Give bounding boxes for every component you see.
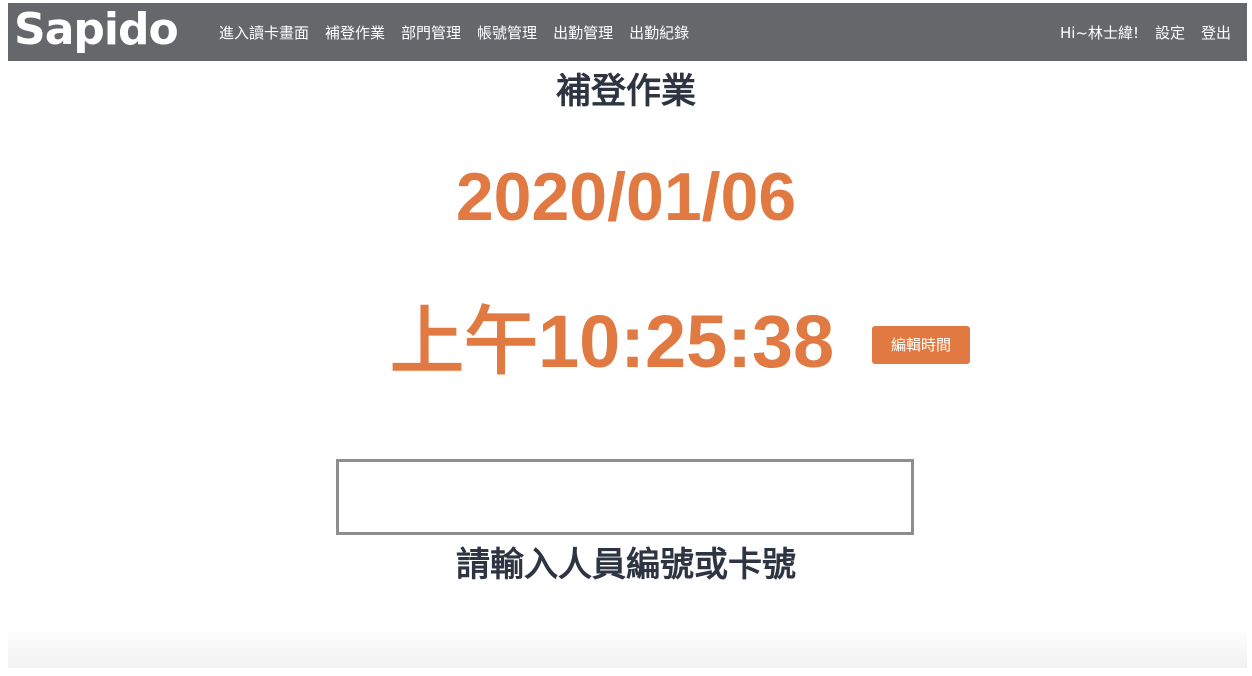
user-greeting: Hi~林士緯!: [1059, 23, 1139, 42]
sapido-logo[interactable]: Sapido: [14, 6, 179, 54]
employee-id-input[interactable]: [336, 459, 914, 535]
nav-link-attendance-management[interactable]: 出勤管理: [553, 22, 613, 43]
settings-link[interactable]: 設定: [1155, 22, 1185, 43]
nav-links: 進入讀卡畫面 補登作業 部門管理 帳號管理 出勤管理 出勤紀錄: [219, 3, 705, 61]
input-hint-label: 請輸入人員編號或卡號: [456, 545, 796, 585]
current-date: 2020/01/06: [455, 159, 797, 235]
footer-fade: [8, 628, 1247, 668]
user-menu: Hi~林士緯! 設定 登出: [1060, 3, 1231, 61]
current-time: 上午10:25:38: [390, 300, 835, 383]
nav-link-department-management[interactable]: 部門管理: [401, 22, 461, 43]
nav-link-attendance-records[interactable]: 出勤紀錄: [629, 22, 689, 43]
nav-link-card-reader[interactable]: 進入讀卡畫面: [219, 22, 309, 43]
edit-time-button[interactable]: 編輯時間: [872, 326, 970, 364]
nav-link-account-management[interactable]: 帳號管理: [477, 22, 537, 43]
page-title: 補登作業: [555, 72, 696, 112]
nav-link-makeup-entry[interactable]: 補登作業: [325, 22, 385, 43]
top-navbar: Sapido 進入讀卡畫面 補登作業 部門管理 帳號管理 出勤管理 出勤紀錄 H…: [8, 3, 1247, 61]
logout-link[interactable]: 登出: [1201, 22, 1231, 43]
